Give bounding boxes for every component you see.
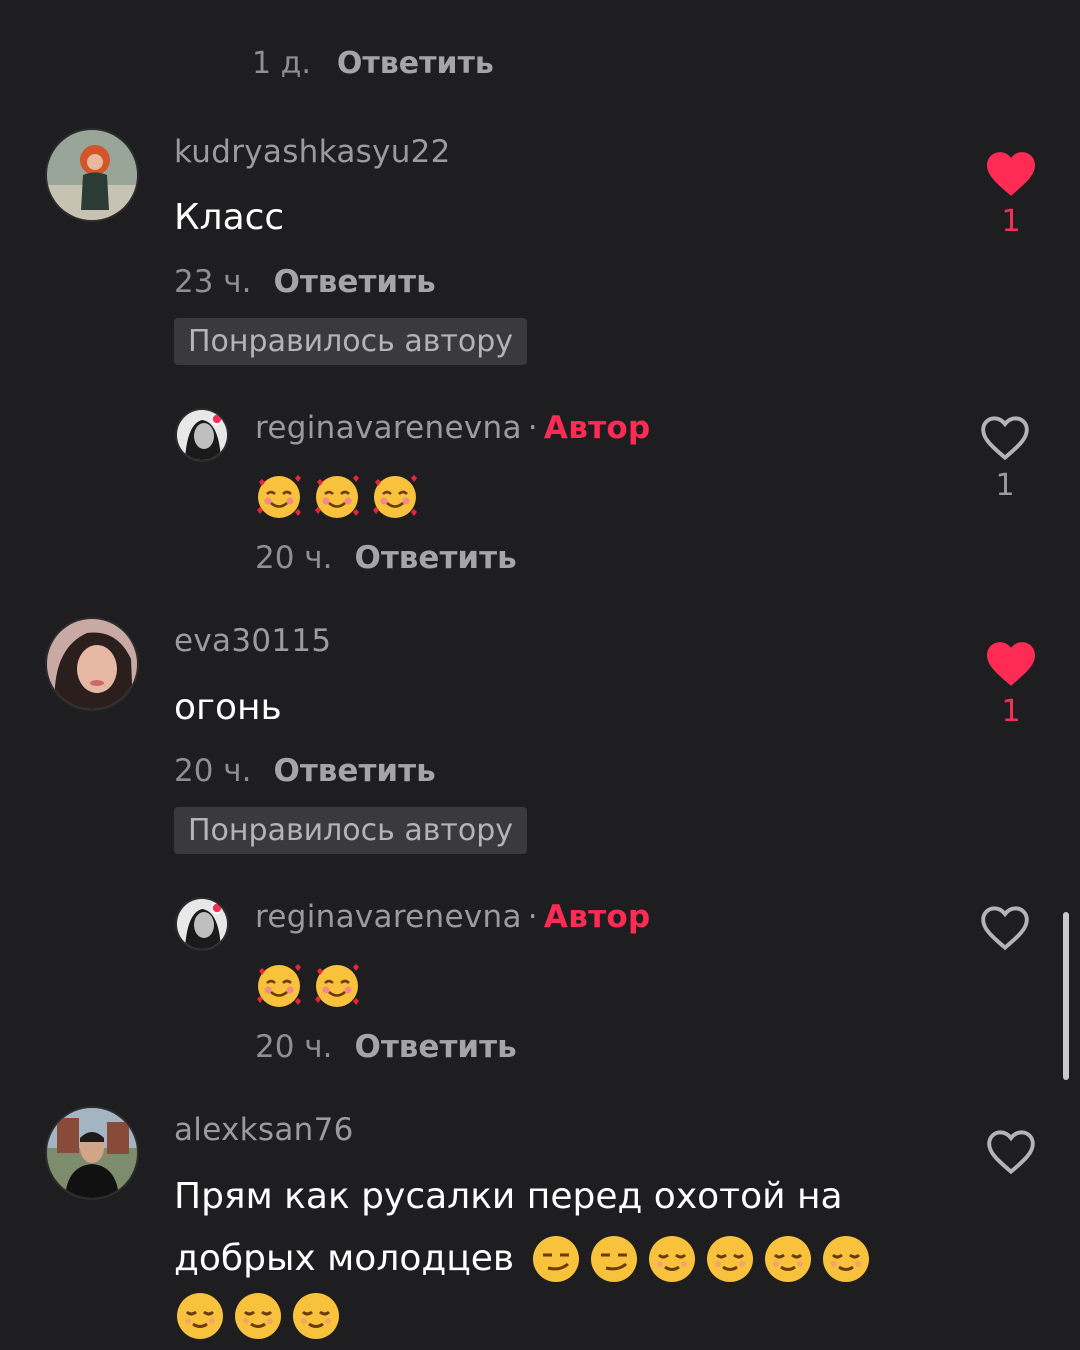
- avatar[interactable]: [45, 617, 139, 711]
- comment-emojis: [253, 470, 421, 522]
- reply-button[interactable]: Ответить: [273, 264, 435, 300]
- heart-filled-icon: [987, 642, 1035, 686]
- reply-button[interactable]: Ответить: [337, 46, 494, 81]
- relieved-face-icon: [232, 1290, 284, 1342]
- like-button[interactable]: [981, 1128, 1041, 1176]
- separator-dot: ·: [527, 899, 538, 935]
- comment-emojis: [253, 959, 363, 1011]
- smiling-face-with-hearts-icon: [253, 959, 305, 1011]
- smirking-face-icon: [530, 1233, 582, 1285]
- comment-text-line-2: добрых молодцев: [174, 1229, 872, 1289]
- heart-outline-icon: [981, 416, 1029, 461]
- like-count: 1: [1001, 204, 1021, 239]
- author-label: Автор: [543, 899, 651, 935]
- comment-username[interactable]: reginavarenevna · Автор: [255, 899, 651, 935]
- avatar[interactable]: [175, 408, 229, 462]
- comment-emojis-line-3: [174, 1290, 342, 1342]
- like-button[interactable]: [975, 904, 1035, 952]
- reply-button[interactable]: Ответить: [354, 1029, 516, 1065]
- like-count: 1: [1001, 694, 1021, 729]
- previous-comment-meta: 1 д. Ответить: [252, 46, 494, 81]
- relieved-face-icon: [820, 1233, 872, 1285]
- username-text[interactable]: reginavarenevna: [255, 899, 522, 935]
- heart-outline-icon: [987, 1130, 1035, 1175]
- comment-meta: 20 ч. Ответить: [174, 753, 436, 789]
- comments-screen: 1 д. Ответить kudryashkasyu22 Класс 23 ч.…: [0, 0, 1080, 1350]
- comment-meta: 23 ч. Ответить: [174, 264, 436, 300]
- relieved-face-icon: [174, 1290, 226, 1342]
- comment-username[interactable]: reginavarenevna · Автор: [255, 410, 651, 446]
- comment-time: 1 д.: [252, 46, 311, 81]
- relieved-face-icon: [290, 1290, 342, 1342]
- avatar[interactable]: [45, 128, 139, 222]
- comment-time: 20 ч.: [255, 1029, 333, 1065]
- comment-username[interactable]: eva30115: [174, 623, 331, 659]
- smiling-face-with-hearts-icon: [369, 470, 421, 522]
- comment-text: Класс: [174, 197, 285, 238]
- heart-outline-icon: [981, 906, 1029, 951]
- comment-emojis: [530, 1233, 872, 1285]
- smirking-face-icon: [588, 1233, 640, 1285]
- reply-button[interactable]: Ответить: [354, 540, 516, 576]
- relieved-face-icon: [704, 1233, 756, 1285]
- relieved-face-icon: [762, 1233, 814, 1285]
- like-button[interactable]: 1: [981, 150, 1041, 239]
- comment-time: 20 ч.: [255, 540, 333, 576]
- comment-text: огонь: [174, 687, 282, 728]
- smiling-face-with-hearts-icon: [253, 470, 305, 522]
- avatar[interactable]: [45, 1106, 139, 1200]
- relieved-face-icon: [646, 1233, 698, 1285]
- comment-meta: 20 ч. Ответить: [255, 1029, 517, 1065]
- comment-text-line-1: Прям как русалки перед охотой на: [174, 1176, 843, 1217]
- like-count: 1: [995, 468, 1015, 503]
- username-text[interactable]: reginavarenevna: [255, 410, 522, 446]
- like-button[interactable]: 1: [981, 640, 1041, 729]
- comment-text: добрых молодцев: [174, 1238, 515, 1279]
- avatar[interactable]: [175, 897, 229, 951]
- comment-time: 20 ч.: [174, 753, 252, 789]
- author-label: Автор: [543, 410, 651, 446]
- comment-time: 23 ч.: [174, 264, 252, 300]
- comment-meta: 20 ч. Ответить: [255, 540, 517, 576]
- comment-username[interactable]: alexksan76: [174, 1112, 354, 1148]
- like-button[interactable]: 1: [975, 414, 1035, 503]
- comment-username[interactable]: kudryashkasyu22: [174, 134, 451, 170]
- smiling-face-with-hearts-icon: [311, 959, 363, 1011]
- liked-by-author-badge: Понравилось автору: [174, 318, 528, 365]
- reply-button[interactable]: Ответить: [273, 753, 435, 789]
- liked-by-author-badge: Понравилось автору: [174, 807, 528, 854]
- separator-dot: ·: [527, 410, 538, 446]
- smiling-face-with-hearts-icon: [311, 470, 363, 522]
- heart-filled-icon: [987, 152, 1035, 196]
- scrollbar[interactable]: [1063, 912, 1069, 1080]
